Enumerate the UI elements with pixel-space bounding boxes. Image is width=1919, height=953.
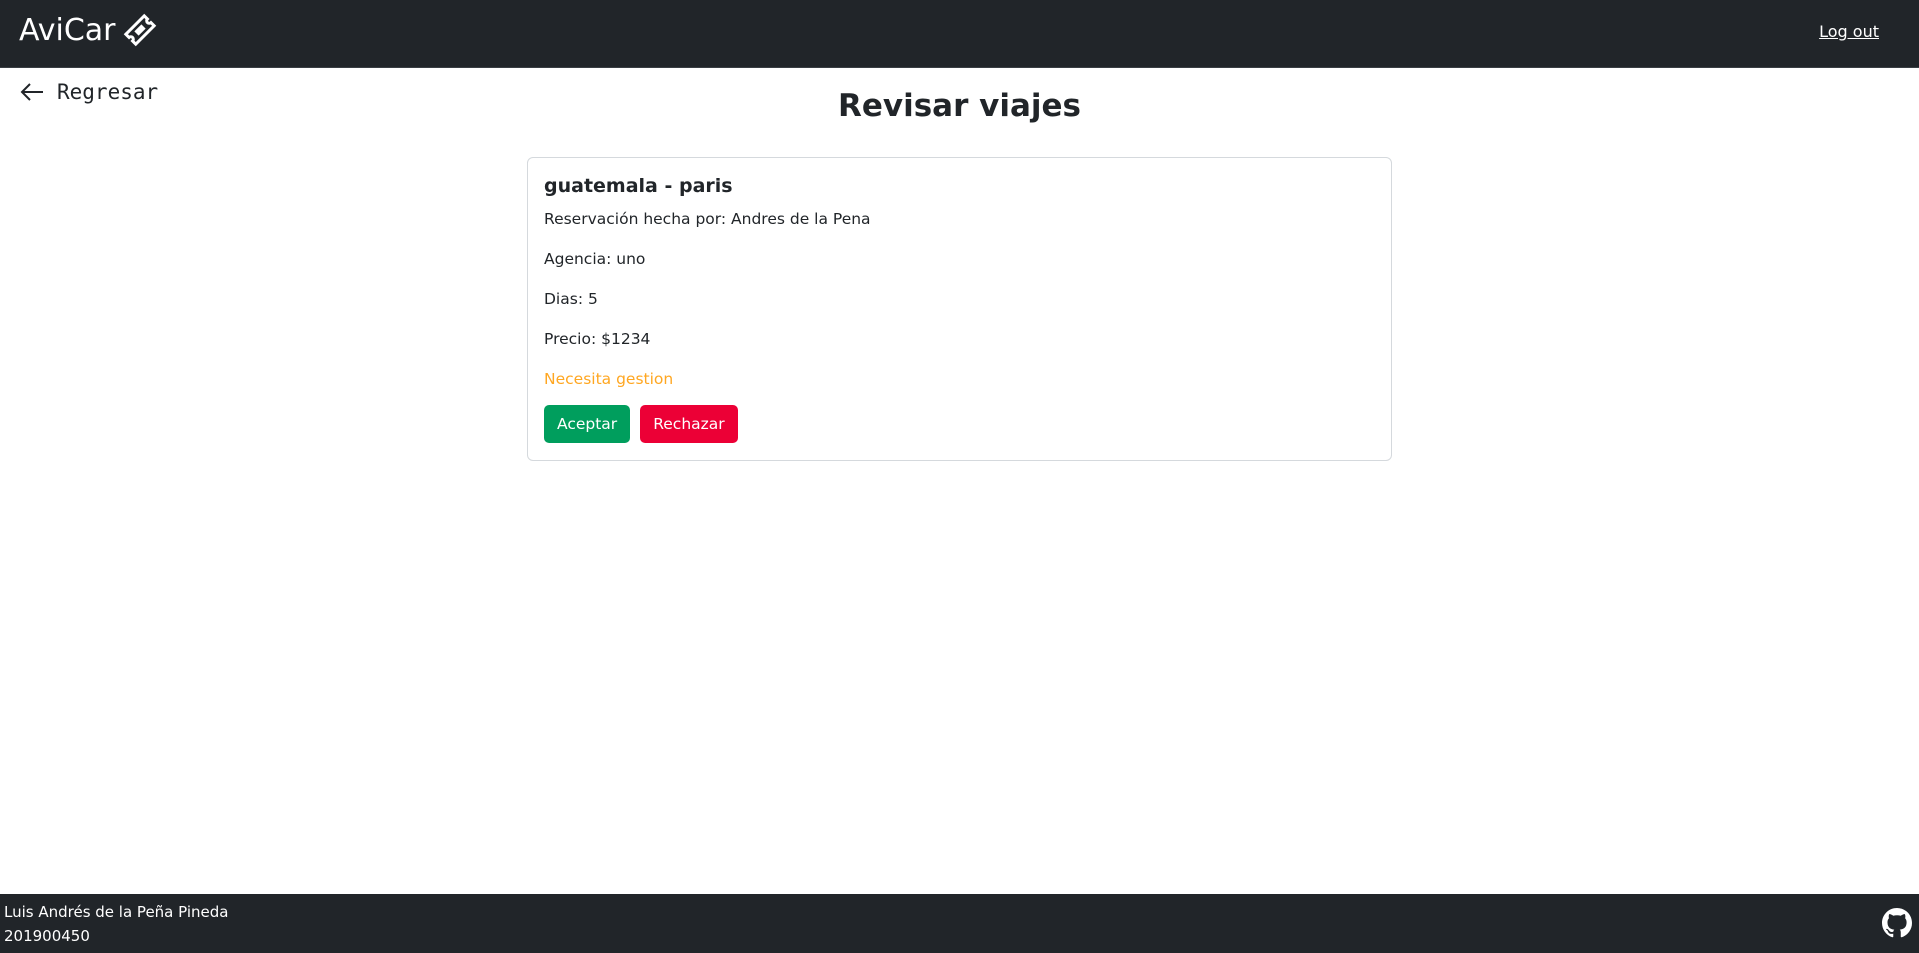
trip-agency: Agencia: uno [544,250,646,268]
footer-student-id: 201900450 [4,927,90,945]
footer-author-name: Luis Andrés de la Peña Pineda [4,903,229,921]
trip-status: Necesita gestion [544,370,674,388]
trip-reserved-by: Reservación hecha por: Andres de la Pena [544,210,871,228]
brand-link[interactable]: AviCar [19,10,158,50]
trip-actions: Aceptar Rechazar [544,405,1375,443]
footer: Luis Andrés de la Peña Pineda 201900450 [0,894,1919,953]
accept-button[interactable]: Aceptar [544,405,631,443]
brand-name: AviCar [19,12,116,48]
logout-link[interactable]: Log out [1819,22,1879,41]
top-navbar: AviCar Log out [0,0,1919,68]
github-icon[interactable] [1882,908,1912,938]
trip-days: Dias: 5 [544,290,598,308]
trip-price: Precio: $1234 [544,330,651,348]
page-title: Revisar viajes [837,88,1082,124]
trip-card: guatemala - paris Reservación hecha por:… [527,157,1392,461]
reject-button[interactable]: Rechazar [640,405,738,443]
ticket-icon [123,13,156,47]
trip-title: guatemala - paris [544,175,733,197]
